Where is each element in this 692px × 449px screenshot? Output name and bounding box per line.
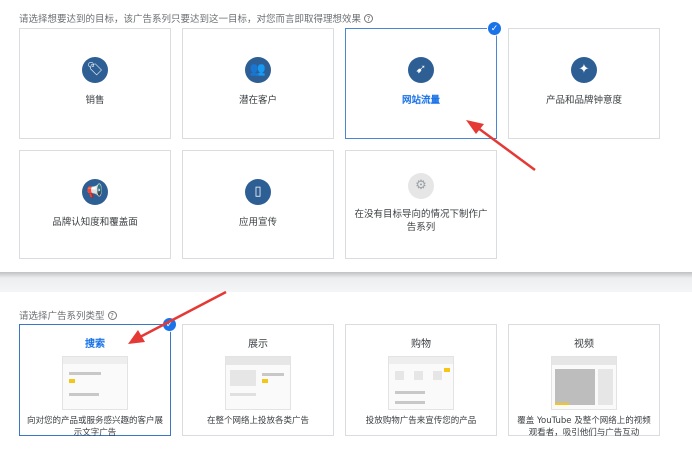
goal-label: 品牌认知度和覆盖面 bbox=[52, 217, 138, 228]
phone-icon: ▯ bbox=[245, 179, 271, 205]
help-icon[interactable]: ? bbox=[107, 311, 117, 320]
goal-label: 在没有目标导向的情况下制作广告系列 bbox=[354, 209, 488, 233]
goal-card-app-promotion[interactable]: ▯ 应用宣传 bbox=[182, 150, 334, 259]
display-illustration bbox=[225, 356, 291, 410]
type-card-search[interactable]: 搜索 向对您的产品或服务感兴趣的客户展示文字广告 bbox=[19, 324, 171, 438]
type-card-shopping[interactable]: 购物 投放购物广告来宣传您的产品 bbox=[345, 324, 497, 436]
goal-card-leads[interactable]: 👥 潜在客户 bbox=[182, 28, 334, 139]
sparkle-icon: ✦ bbox=[571, 57, 597, 83]
type-title: 视频 bbox=[574, 339, 594, 350]
selected-check-icon: ✓ bbox=[487, 21, 502, 36]
help-icon[interactable]: ? bbox=[364, 14, 374, 23]
goal-card-brand-awareness[interactable]: 📢 品牌认知度和覆盖面 bbox=[19, 150, 171, 259]
goal-card-no-goal[interactable]: ⚙ 在没有目标导向的情况下制作广告系列 bbox=[345, 150, 497, 259]
goal-label: 潜在客户 bbox=[238, 95, 277, 106]
shopping-illustration bbox=[388, 356, 454, 410]
goal-prompt-text: 请选择想要达到的目标，该广告系列只要达到这一目标，对您而言即取得理想效果 bbox=[19, 14, 362, 25]
goal-label: 产品和品牌钟意度 bbox=[545, 95, 622, 106]
goal-card-brand-consideration[interactable]: ✦ 产品和品牌钟意度 bbox=[508, 28, 660, 139]
cursor-click-icon: ➹ bbox=[408, 57, 434, 83]
type-desc: 向对您的产品或服务感兴趣的客户展示文字广告 bbox=[26, 416, 163, 438]
type-title: 展示 bbox=[248, 339, 268, 350]
search-illustration bbox=[62, 356, 128, 410]
megaphone-icon: 📢 bbox=[82, 179, 108, 205]
goal-label: 网站流量 bbox=[401, 95, 440, 106]
type-prompt: 请选择广告系列类型? bbox=[19, 308, 117, 322]
type-title: 搜索 bbox=[85, 339, 105, 350]
type-desc: 覆盖 YouTube 及整个网络上的视频观看者，吸引他们与广告互动 bbox=[517, 416, 651, 438]
goal-card-website-traffic[interactable]: ➹ 网站流量 bbox=[345, 28, 497, 139]
selected-check-icon: ✓ bbox=[162, 317, 177, 332]
tag-icon: 🏷 bbox=[82, 57, 108, 83]
type-title: 购物 bbox=[411, 339, 431, 350]
type-desc: 投放购物广告来宣传您的产品 bbox=[365, 416, 477, 426]
goal-label: 应用宣传 bbox=[238, 217, 277, 228]
people-icon: 👥 bbox=[245, 57, 271, 83]
type-card-display[interactable]: 展示 在整个网络上投放各类广告 bbox=[182, 324, 334, 436]
gear-icon: ⚙ bbox=[408, 173, 434, 199]
type-card-video[interactable]: 视频 覆盖 YouTube 及整个网络上的视频观看者，吸引他们与广告互动 bbox=[508, 324, 660, 438]
type-prompt-text: 请选择广告系列类型 bbox=[19, 311, 105, 322]
goal-card-sales[interactable]: 🏷 销售 bbox=[19, 28, 171, 139]
type-desc: 在整个网络上投放各类广告 bbox=[206, 416, 309, 426]
video-illustration bbox=[551, 356, 617, 410]
goal-prompt: 请选择想要达到的目标，该广告系列只要达到这一目标，对您而言即取得理想效果? bbox=[19, 11, 374, 25]
goal-label: 销售 bbox=[85, 95, 105, 106]
section-divider bbox=[0, 272, 692, 292]
